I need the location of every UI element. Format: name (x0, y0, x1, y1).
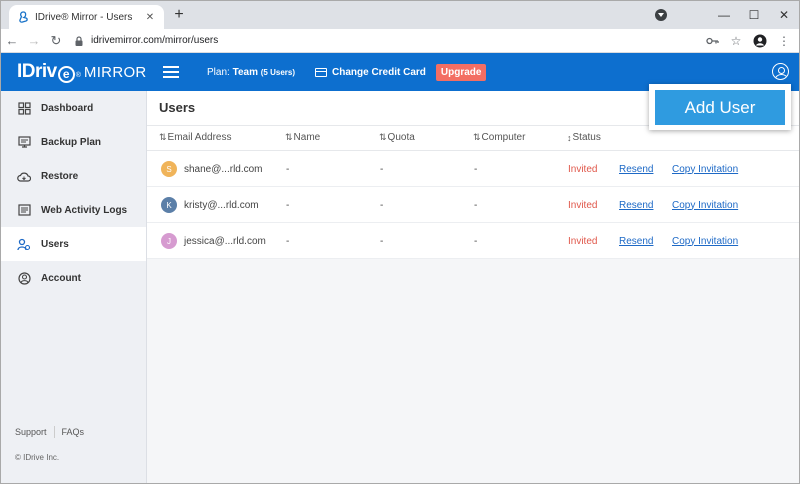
dashboard-icon (17, 101, 31, 115)
sidebar-item-backup-plan[interactable]: Backup Plan (1, 125, 146, 159)
sort-icon: ↕ (567, 132, 571, 143)
browser-window: IDrive® Mirror - Users ✕ + — ☐ ✕ ← → ↻ i… (0, 0, 800, 484)
computer-cell: - (474, 163, 478, 175)
name-cell: - (286, 163, 290, 175)
sidebar: Dashboard Backup Plan Restore Web Activi… (1, 91, 147, 483)
bookmark-star-icon[interactable]: ☆ (729, 34, 743, 48)
resend-link[interactable]: Resend (619, 187, 653, 223)
column-computer[interactable]: ⇅ Computer (473, 132, 525, 143)
status-badge: Invited (568, 235, 598, 247)
page-title: Users (159, 100, 196, 115)
sidebar-item-restore[interactable]: Restore (1, 159, 146, 193)
status-badge: Invited (568, 163, 598, 175)
column-quota[interactable]: ⇅ Quota (379, 132, 415, 143)
change-credit-card-link[interactable]: Change Credit Card (315, 67, 426, 78)
add-user-button[interactable]: Add User (655, 90, 785, 125)
sort-icon: ⇅ (159, 132, 166, 142)
tab-title: IDrive® Mirror - Users (35, 11, 133, 23)
avatar: K (161, 197, 177, 213)
sidebar-item-web-activity-logs[interactable]: Web Activity Logs (1, 193, 146, 227)
minimize-button[interactable]: — (709, 8, 739, 22)
account-icon (17, 271, 31, 285)
copy-invitation-link[interactable]: Copy Invitation (672, 187, 738, 223)
main-content: Users ⇅ Email Address ⇅ Name ⇅ Quota ⇅ Compu… (147, 91, 799, 483)
sort-icon: ⇅ (473, 132, 480, 142)
table-row: S shane@...rld.com - - - Invited Resend … (147, 151, 799, 187)
table-row: K kristy@...rld.com - - - Invited Resend… (147, 187, 799, 223)
idrive-mirror-logo[interactable]: IDriv e ® MIRROR (17, 61, 149, 83)
email-cell: J jessica@...rld.com (161, 223, 266, 259)
copy-invitation-link[interactable]: Copy Invitation (672, 151, 738, 187)
support-link[interactable]: Support (15, 427, 47, 437)
sidebar-item-users[interactable]: Users (1, 227, 146, 261)
sidebar-footer-links: Support FAQs (15, 426, 84, 438)
forward-arrow-icon[interactable]: → (23, 33, 45, 48)
sidebar-item-account[interactable]: Account (1, 261, 146, 295)
resend-link[interactable]: Resend (619, 151, 653, 187)
resend-link[interactable]: Resend (619, 223, 653, 259)
column-email-address[interactable]: ⇅ Email Address (159, 132, 231, 143)
back-arrow-icon[interactable]: ← (1, 33, 23, 48)
quota-cell: - (380, 235, 384, 247)
close-window-button[interactable]: ✕ (769, 8, 799, 22)
quota-cell: - (380, 163, 384, 175)
table-row: J jessica@...rld.com - - - Invited Resen… (147, 223, 799, 259)
more-menu-icon[interactable]: ⋮ (777, 34, 791, 48)
upgrade-button[interactable]: Upgrade (435, 63, 487, 81)
computer-cell: - (474, 235, 478, 247)
tab-close-icon[interactable]: ✕ (144, 12, 156, 23)
idrive-favicon-icon (17, 11, 29, 23)
restore-cloud-icon (17, 169, 31, 183)
name-cell: - (286, 235, 290, 247)
url-text: idrivemirror.com/mirror/users (91, 35, 219, 46)
profile-icon[interactable] (753, 34, 767, 48)
copy-invitation-link[interactable]: Copy Invitation (672, 223, 738, 259)
window-controls: — ☐ ✕ (655, 1, 799, 29)
add-user-callout: Add User (649, 84, 791, 130)
users-icon (17, 237, 31, 251)
tab-search-icon[interactable] (655, 9, 667, 21)
browser-toolbar: ← → ↻ idrivemirror.com/mirror/users ☆ ⋮ (1, 29, 799, 53)
lock-icon (75, 35, 83, 46)
computer-cell: - (474, 199, 478, 211)
name-cell: - (286, 199, 290, 211)
user-account-icon[interactable] (772, 63, 789, 80)
credit-card-icon (315, 67, 327, 77)
email-cell: S shane@...rld.com (161, 151, 263, 187)
backup-plan-icon (17, 135, 31, 149)
column-status[interactable]: ↕ Status (567, 132, 601, 143)
copyright-text: © IDrive Inc. (15, 453, 60, 462)
sort-icon: ⇅ (285, 132, 292, 142)
sidebar-item-dashboard[interactable]: Dashboard (1, 91, 146, 125)
footer-divider (53, 426, 55, 438)
address-bar[interactable]: idrivemirror.com/mirror/users (73, 35, 705, 47)
email-cell: K kristy@...rld.com (161, 187, 259, 223)
reload-icon[interactable]: ↻ (45, 33, 67, 49)
plan-info: Plan: Team (5 Users) (207, 66, 295, 78)
avatar: J (161, 233, 177, 249)
toolbar-actions: ☆ ⋮ (705, 34, 791, 48)
quota-cell: - (380, 199, 384, 211)
faqs-link[interactable]: FAQs (62, 427, 85, 437)
hamburger-menu-icon[interactable] (163, 63, 179, 81)
browser-tab[interactable]: IDrive® Mirror - Users ✕ (9, 5, 164, 29)
tab-strip: IDrive® Mirror - Users ✕ + — ☐ ✕ (1, 1, 799, 29)
key-icon[interactable] (705, 34, 719, 48)
maximize-button[interactable]: ☐ (739, 8, 769, 22)
status-badge: Invited (568, 199, 598, 211)
sort-icon: ⇅ (379, 132, 386, 142)
new-tab-button[interactable]: + (170, 6, 188, 24)
avatar: S (161, 161, 177, 177)
logs-icon (17, 203, 31, 217)
column-name[interactable]: ⇅ Name (285, 132, 320, 143)
